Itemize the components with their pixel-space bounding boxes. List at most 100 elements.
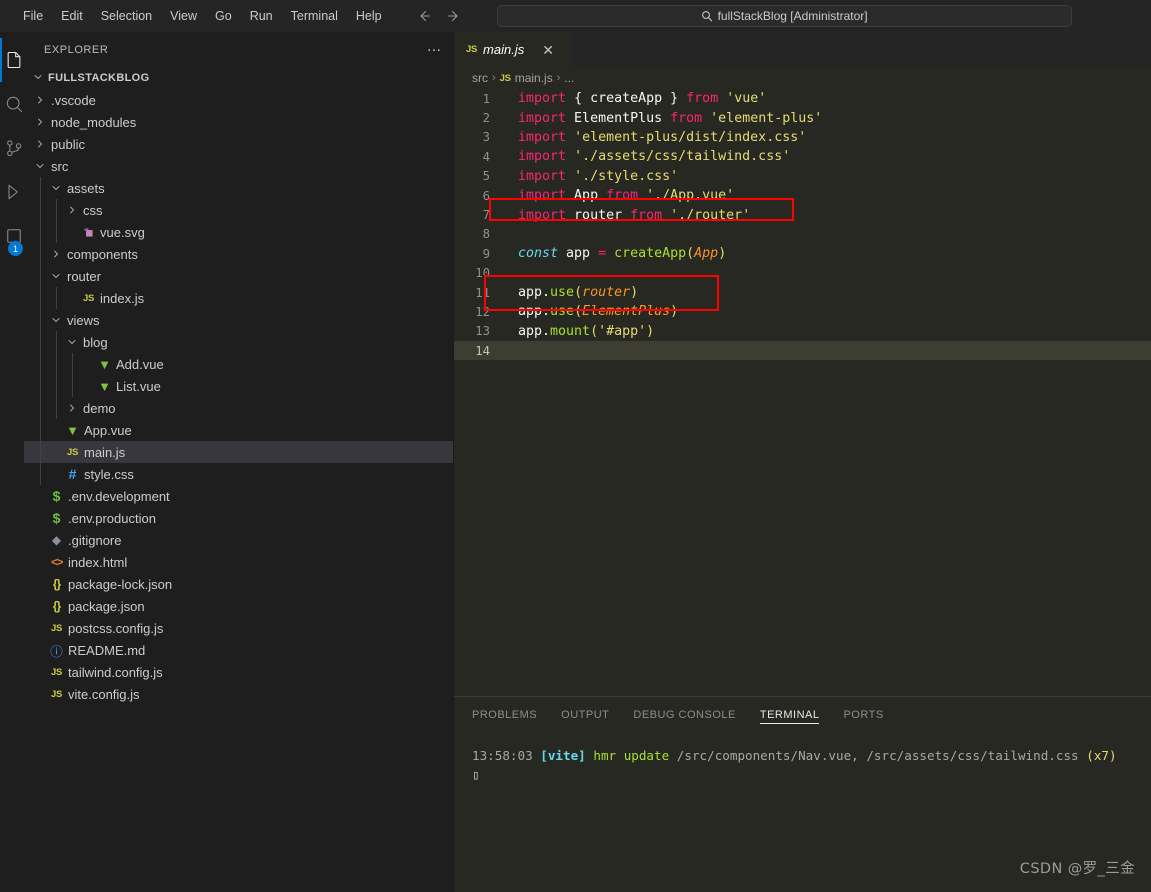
line-number[interactable]: 2 bbox=[454, 111, 498, 125]
tree-folder-css[interactable]: css bbox=[24, 199, 453, 221]
tree-file-index-js[interactable]: JS index.js bbox=[24, 287, 453, 309]
menu-item-run[interactable]: Run bbox=[241, 5, 282, 27]
panel-tab-problems[interactable]: PROBLEMS bbox=[472, 697, 537, 732]
breadcrumb-item-src[interactable]: src bbox=[472, 71, 488, 85]
close-icon[interactable]: ✕ bbox=[542, 43, 554, 57]
activity-bar-item-search[interactable] bbox=[0, 82, 24, 126]
tree-indent-guide bbox=[40, 463, 41, 485]
tree-item-label: App.vue bbox=[84, 422, 132, 438]
panel-tab-output[interactable]: OUTPUT bbox=[561, 697, 609, 732]
tree-file-index-html[interactable]: <> index.html bbox=[24, 551, 453, 573]
activity-bar-item-explorer[interactable] bbox=[0, 38, 24, 82]
tree-indent-guide bbox=[40, 331, 41, 353]
terminal-line: 13:58:03 [vite] hmr update /src/componen… bbox=[472, 746, 1151, 765]
menu-item-file[interactable]: File bbox=[14, 5, 52, 27]
run-debug-icon bbox=[4, 182, 24, 202]
js-file-icon: JS bbox=[66, 446, 79, 458]
menu-bar: File Edit Selection View Go Run Terminal… bbox=[14, 5, 391, 27]
menu-item-view[interactable]: View bbox=[161, 5, 206, 27]
tree-file-env-production[interactable]: $ .env.production bbox=[24, 507, 453, 529]
tree-file-vue-svg[interactable]: vue.svg bbox=[24, 221, 453, 243]
line-number[interactable]: 12 bbox=[454, 305, 498, 319]
menu-item-selection[interactable]: Selection bbox=[92, 5, 161, 27]
terminal-action: hmr update bbox=[593, 748, 670, 763]
tree-file-vite-config-js[interactable]: JS vite.config.js bbox=[24, 683, 453, 705]
editor-area: JS main.js ✕ src › JS main.js › ... 1 imp… bbox=[454, 32, 1151, 892]
panel-tab-ports[interactable]: PORTS bbox=[843, 697, 883, 732]
tree-item-label: package-lock.json bbox=[68, 576, 173, 592]
tree-file-list-vue[interactable]: ▼ List.vue bbox=[24, 375, 453, 397]
code-editor[interactable]: 1 import { createApp } from 'vue' 2 import … bbox=[454, 89, 1151, 696]
tree-folder-views[interactable]: views bbox=[24, 309, 453, 331]
menu-item-help[interactable]: Help bbox=[347, 5, 391, 27]
tree-folder-demo[interactable]: demo bbox=[24, 397, 453, 419]
menu-item-edit[interactable]: Edit bbox=[52, 5, 92, 27]
tree-file-package-lock-json[interactable]: {} package-lock.json bbox=[24, 573, 453, 595]
menu-item-terminal[interactable]: Terminal bbox=[282, 5, 347, 27]
quick-input-bar[interactable]: fullStackBlog [Administrator] bbox=[496, 5, 1072, 27]
tree-folder-router[interactable]: router bbox=[24, 265, 453, 287]
line-number[interactable]: 13 bbox=[454, 324, 498, 338]
tree-folder-node-modules[interactable]: node_modules bbox=[24, 111, 453, 133]
tree-item-label: components bbox=[67, 246, 138, 262]
arrow-left-icon[interactable] bbox=[415, 7, 433, 25]
breadcrumb-item-symbols[interactable]: ... bbox=[564, 71, 574, 85]
tree-file-app-vue[interactable]: ▼ App.vue bbox=[24, 419, 453, 441]
line-number[interactable]: 8 bbox=[454, 227, 498, 241]
tree-file-env-development[interactable]: $ .env.development bbox=[24, 485, 453, 507]
tree-file-readme-md[interactable]: ⓘ README.md bbox=[24, 639, 453, 661]
code-line-content: import App from './App.vue' bbox=[518, 188, 735, 204]
chevron-right-icon bbox=[48, 248, 64, 260]
explorer-root-folder[interactable]: FULLSTACKBLOG bbox=[24, 67, 453, 89]
code-line: 1 import { createApp } from 'vue' bbox=[454, 89, 1151, 108]
ellipsis-icon[interactable]: … bbox=[427, 39, 444, 57]
tree-indent-guide bbox=[56, 375, 57, 397]
arrow-right-icon[interactable] bbox=[445, 7, 463, 25]
search-icon bbox=[701, 10, 713, 22]
tree-file-postcss-config-js[interactable]: JS postcss.config.js bbox=[24, 617, 453, 639]
line-number[interactable]: 3 bbox=[454, 130, 498, 144]
activity-bar-item-run-and-debug[interactable] bbox=[0, 170, 24, 214]
line-number[interactable]: 1 bbox=[454, 92, 498, 106]
editor-tab-main-js[interactable]: JS main.js ✕ bbox=[454, 32, 572, 67]
line-number[interactable]: 5 bbox=[454, 169, 498, 183]
tree-item-label: views bbox=[67, 312, 100, 328]
menu-item-go[interactable]: Go bbox=[206, 5, 241, 27]
tree-file-gitignore[interactable]: ◆ .gitignore bbox=[24, 529, 453, 551]
workbench-body: 1 EXPLORER … FULLSTACKBLOG .vscode node_m… bbox=[0, 32, 1151, 892]
tree-item-label: style.css bbox=[84, 466, 134, 482]
chevron-down-icon bbox=[32, 71, 44, 86]
line-number[interactable]: 11 bbox=[454, 286, 498, 300]
tree-file-package-json[interactable]: {} package.json bbox=[24, 595, 453, 617]
line-number[interactable]: 10 bbox=[454, 266, 498, 280]
tree-item-label: .env.development bbox=[68, 488, 170, 504]
panel-tab-terminal[interactable]: TERMINAL bbox=[759, 697, 820, 732]
editor-tabs-filler bbox=[572, 32, 1151, 67]
line-number[interactable]: 9 bbox=[454, 247, 498, 261]
line-number[interactable]: 4 bbox=[454, 150, 498, 164]
tree-folder-blog[interactable]: blog bbox=[24, 331, 453, 353]
panel-tab-debug-console[interactable]: DEBUG CONSOLE bbox=[633, 697, 735, 732]
tree-folder-public[interactable]: public bbox=[24, 133, 453, 155]
tree-folder-src[interactable]: src bbox=[24, 155, 453, 177]
activity-bar-item-extensions[interactable]: 1 bbox=[0, 214, 24, 258]
line-number[interactable]: 6 bbox=[454, 189, 498, 203]
image-file-icon bbox=[80, 226, 97, 239]
tree-item-label: .env.production bbox=[68, 510, 156, 526]
tree-folder-components[interactable]: components bbox=[24, 243, 453, 265]
tree-folder-vscode[interactable]: .vscode bbox=[24, 89, 453, 111]
tree-indent-guide bbox=[56, 353, 57, 375]
line-number[interactable]: 7 bbox=[454, 208, 498, 222]
tree-file-main-js[interactable]: JS main.js bbox=[24, 441, 453, 463]
activity-bar-item-source-control[interactable] bbox=[0, 126, 24, 170]
quick-input-value: fullStackBlog [Administrator] bbox=[717, 9, 868, 23]
tree-file-style-css[interactable]: # style.css bbox=[24, 463, 453, 485]
line-number[interactable]: 14 bbox=[454, 344, 498, 358]
code-line: 6 import App from './App.vue' bbox=[454, 186, 1151, 205]
source-control-icon bbox=[4, 138, 24, 158]
json-file-icon: {} bbox=[52, 599, 61, 613]
tree-folder-assets[interactable]: assets bbox=[24, 177, 453, 199]
tree-file-add-vue[interactable]: ▼ Add.vue bbox=[24, 353, 453, 375]
breadcrumb-item-file[interactable]: main.js bbox=[515, 71, 553, 85]
tree-file-tailwind-config-js[interactable]: JS tailwind.config.js bbox=[24, 661, 453, 683]
